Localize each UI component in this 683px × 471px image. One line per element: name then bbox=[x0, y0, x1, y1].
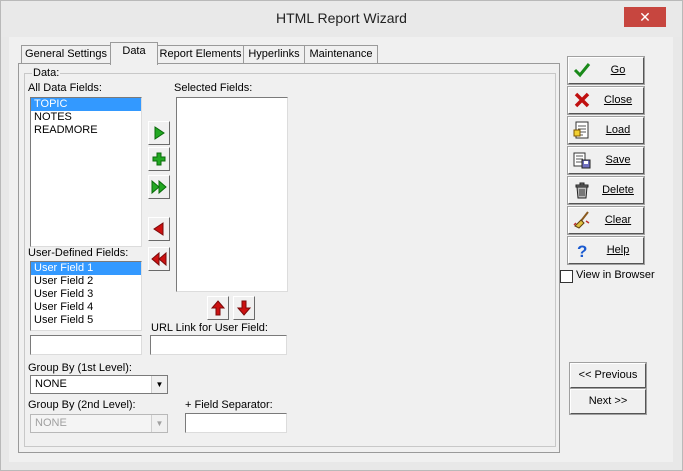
close-icon: ✕ bbox=[639, 9, 651, 25]
list-item[interactable]: User Field 3 bbox=[31, 288, 141, 301]
add-user-field-button[interactable] bbox=[148, 147, 170, 171]
group-by-1-select[interactable]: NONE ▼ bbox=[30, 375, 168, 394]
tab-maintenance[interactable]: Maintenance bbox=[304, 45, 378, 64]
question-mark-icon: ? bbox=[577, 242, 587, 259]
remove-field-button[interactable] bbox=[148, 217, 170, 241]
list-item[interactable]: User Field 5 bbox=[31, 314, 141, 327]
remove-all-fields-button[interactable] bbox=[148, 247, 170, 271]
clear-button[interactable]: Clear bbox=[567, 206, 645, 235]
group-by-2-value: NONE bbox=[35, 417, 67, 429]
tab-data[interactable]: Data bbox=[110, 42, 158, 65]
selected-fields-list[interactable] bbox=[176, 97, 288, 292]
client-area: General Settings Data Report Elements Hy… bbox=[9, 37, 673, 462]
list-item[interactable]: NOTES bbox=[31, 111, 141, 124]
delete-button[interactable]: Delete bbox=[567, 176, 645, 205]
list-item[interactable]: READMORE bbox=[31, 124, 141, 137]
url-link-label: URL Link for User Field: bbox=[151, 322, 268, 334]
user-defined-fields-label: User-Defined Fields: bbox=[28, 247, 129, 259]
add-all-fields-button[interactable] bbox=[148, 175, 170, 199]
arrow-down-icon bbox=[236, 300, 252, 316]
go-button-label: Go bbox=[610, 64, 626, 76]
help-button-label: Help bbox=[606, 244, 630, 256]
all-data-fields-label: All Data Fields: bbox=[28, 82, 102, 94]
group-by-1-label: Group By (1st Level): bbox=[28, 362, 132, 374]
title-bar: HTML Report Wizard ✕ bbox=[1, 1, 682, 37]
help-button[interactable]: ? Help bbox=[567, 236, 645, 265]
chevron-down-icon: ▼ bbox=[151, 376, 167, 393]
save-button[interactable]: Save bbox=[567, 146, 645, 175]
field-separator-label: + Field Separator: bbox=[185, 399, 273, 411]
user-defined-fields-list[interactable]: User Field 1 User Field 2 User Field 3 U… bbox=[30, 261, 142, 331]
all-data-fields-list[interactable]: TOPIC NOTES READMORE bbox=[30, 97, 142, 247]
trash-can-icon bbox=[575, 182, 589, 199]
url-link-input[interactable] bbox=[150, 335, 287, 355]
tab-hyperlinks[interactable]: Hyperlinks bbox=[243, 45, 305, 64]
list-item[interactable]: User Field 1 bbox=[31, 262, 141, 275]
go-button[interactable]: Go bbox=[567, 56, 645, 85]
svg-text:?: ? bbox=[577, 242, 587, 259]
group-by-2-select[interactable]: NONE ▼ bbox=[30, 414, 168, 433]
load-button-label: Load bbox=[605, 124, 631, 136]
list-item[interactable]: User Field 2 bbox=[31, 275, 141, 288]
window-title: HTML Report Wizard bbox=[276, 10, 407, 26]
double-arrow-right-icon bbox=[151, 179, 167, 195]
previous-button[interactable]: << Previous bbox=[569, 362, 647, 389]
broom-icon bbox=[573, 211, 590, 229]
view-in-browser-label: View in Browser bbox=[576, 269, 655, 281]
checkmark-icon bbox=[573, 63, 591, 78]
arrow-left-icon bbox=[153, 222, 164, 236]
close-window-button[interactable]: ✕ bbox=[624, 7, 666, 27]
arrow-right-icon bbox=[154, 126, 165, 140]
user-field-name-input[interactable] bbox=[30, 335, 142, 355]
group-by-2-label: Group By (2nd Level): bbox=[28, 399, 136, 411]
list-item[interactable]: TOPIC bbox=[31, 98, 141, 111]
next-button[interactable]: Next >> bbox=[569, 388, 647, 415]
plus-icon bbox=[152, 152, 166, 166]
red-x-icon bbox=[574, 92, 590, 108]
field-separator-input[interactable] bbox=[185, 413, 287, 433]
tab-general-settings[interactable]: General Settings bbox=[21, 45, 111, 64]
move-up-button[interactable] bbox=[207, 296, 229, 320]
chevron-down-icon: ▼ bbox=[151, 415, 167, 432]
tab-report-elements[interactable]: Report Elements bbox=[157, 45, 244, 64]
add-field-button[interactable] bbox=[148, 121, 170, 145]
save-document-icon bbox=[573, 152, 591, 169]
save-button-label: Save bbox=[605, 154, 631, 166]
group-by-1-value: NONE bbox=[35, 378, 67, 390]
close-button-label: Close bbox=[603, 94, 633, 106]
clear-button-label: Clear bbox=[604, 214, 632, 226]
delete-button-label: Delete bbox=[602, 184, 634, 196]
document-icon bbox=[573, 121, 589, 139]
list-item[interactable]: User Field 4 bbox=[31, 301, 141, 314]
wizard-window: HTML Report Wizard ✕ General Settings Da… bbox=[0, 0, 683, 471]
load-button[interactable]: Load bbox=[567, 116, 645, 145]
arrow-up-icon bbox=[210, 300, 226, 316]
data-group-caption: Data: bbox=[32, 67, 61, 79]
view-in-browser-checkbox[interactable] bbox=[560, 270, 573, 283]
selected-fields-label: Selected Fields: bbox=[174, 82, 253, 94]
close-button[interactable]: Close bbox=[567, 86, 645, 115]
move-down-button[interactable] bbox=[233, 296, 255, 320]
double-arrow-left-icon bbox=[151, 251, 167, 267]
